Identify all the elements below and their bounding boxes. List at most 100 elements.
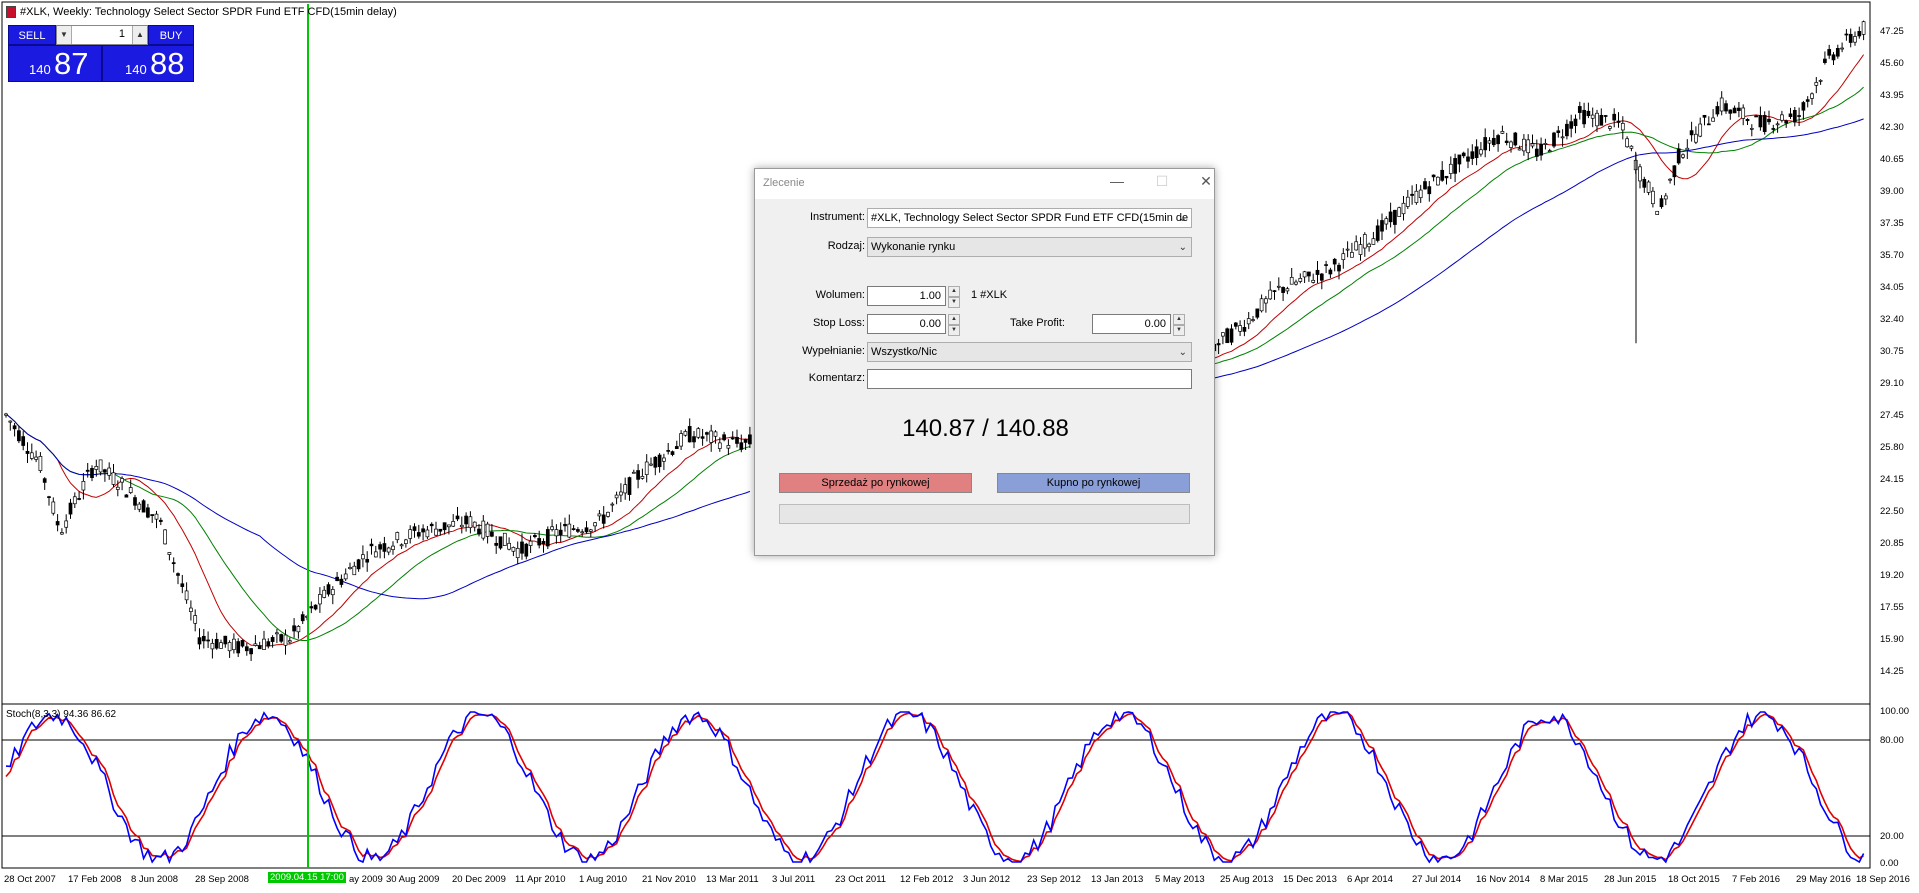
candle-body (47, 496, 51, 498)
order-type-select[interactable]: Wykonanie rynku ⌄ (867, 237, 1192, 257)
fill-policy-select[interactable]: Wszystko/Nic ⌄ (867, 342, 1192, 362)
stepper-up-icon[interactable]: ▲ (1173, 314, 1185, 325)
take-profit-stepper[interactable]: ▲ ▼ (1173, 314, 1185, 336)
stepper-up-icon[interactable]: ▲ (948, 314, 960, 325)
type-label: Rodzaj: (827, 240, 865, 252)
stepper-down-icon[interactable]: ▼ (948, 297, 960, 308)
candle-body (1474, 146, 1479, 159)
candle-body (1466, 156, 1470, 162)
candle-body (1831, 54, 1836, 61)
candle-body (1225, 328, 1230, 344)
candle-body (1668, 178, 1672, 181)
lot-increase-arrow-icon[interactable]: ▲ (132, 26, 147, 44)
candle-body (425, 529, 430, 538)
candle-body (451, 521, 456, 527)
lot-size-input[interactable]: ▼ 1 ▲ (56, 25, 148, 45)
dialog-titlebar[interactable]: Zlecenie — ☐ ✕ (755, 169, 1214, 199)
price-axis-label: 37.35 (1880, 218, 1904, 229)
dialog-title: Zlecenie (763, 177, 805, 189)
chart-window[interactable]: #XLK, Weekly: Technology Select Sector S… (0, 0, 1919, 893)
close-icon[interactable]: ✕ (1191, 173, 1221, 190)
candle-body (1595, 112, 1599, 127)
candle-body (563, 523, 567, 527)
stepper-up-icon[interactable]: ▲ (948, 286, 960, 297)
stochastic-axis-label: 0.00 (1880, 858, 1899, 869)
candle-body (1754, 115, 1758, 118)
candle-body (1685, 147, 1690, 151)
cursor-time-label: 2009.04.15 17:00 (268, 872, 346, 883)
volume-label: Wolumen: (815, 289, 865, 301)
candle-body (219, 642, 223, 649)
price-axis-label: 42.30 (1880, 122, 1904, 133)
candle-body (455, 515, 460, 520)
sell-price[interactable]: 140 87 (8, 45, 102, 82)
candle-body (1719, 97, 1724, 112)
maximize-icon: ☐ (1155, 173, 1169, 189)
comment-label: Komentarz: (808, 372, 865, 384)
candle-body (408, 529, 413, 539)
candle-body (1638, 166, 1642, 182)
take-profit-label: Take Profit: (1009, 317, 1065, 329)
candle-body (1599, 114, 1604, 126)
candle-body (270, 637, 275, 642)
stepper-down-icon[interactable]: ▼ (1173, 325, 1185, 336)
time-axis-label: 1 Aug 2010 (579, 874, 628, 885)
candle-body (1418, 189, 1423, 199)
time-axis-label: ay 2009 (349, 874, 383, 885)
volume-input[interactable]: 1.00 (867, 286, 946, 306)
price-axis-label: 19.20 (1880, 570, 1904, 581)
candle-body (51, 501, 56, 514)
candle-body (404, 539, 408, 544)
comment-input[interactable] (867, 369, 1192, 389)
candle-body (1706, 123, 1711, 126)
instrument-value: #XLK, Technology Select Sector SPDR Fund… (871, 212, 1189, 224)
sell-market-button[interactable]: Sprzedaż po rynkowej (779, 473, 972, 493)
time-axis-label: 13 Jan 2013 (1091, 874, 1144, 885)
fill-policy-value: Wszystko/Nic (871, 346, 937, 358)
candle-body (232, 638, 236, 651)
candle-body (1655, 210, 1660, 215)
candle-body (644, 461, 649, 476)
stop-loss-stepper[interactable]: ▲ ▼ (948, 314, 960, 336)
lot-decrease-arrow-icon[interactable]: ▼ (57, 26, 72, 44)
candle-body (1577, 106, 1582, 113)
candle-body (1530, 143, 1535, 147)
stop-loss-input[interactable]: 0.00 (867, 314, 946, 334)
candle-body (1289, 277, 1294, 285)
candle-body (1749, 128, 1754, 130)
candle-body (72, 496, 77, 505)
take-profit-input[interactable]: 0.00 (1092, 314, 1171, 334)
candle-body (1350, 252, 1354, 258)
stop-loss-label: Stop Loss: (813, 317, 865, 329)
minimize-icon[interactable]: — (1102, 173, 1132, 189)
price-axis-label: 35.70 (1880, 250, 1904, 261)
candle-body (1603, 115, 1608, 117)
instrument-select[interactable]: #XLK, Technology Select Sector SPDR Fund… (867, 208, 1192, 228)
candle-body (348, 567, 352, 570)
candle-body (197, 637, 202, 645)
volume-stepper[interactable]: ▲ ▼ (948, 286, 960, 308)
buy-button[interactable]: BUY (148, 25, 194, 45)
take-profit-value: 0.00 (1144, 318, 1166, 330)
time-axis-label: 6 Apr 2014 (1347, 874, 1393, 885)
candle-body (369, 543, 374, 547)
candle-body (1427, 186, 1432, 195)
candle-body (416, 532, 421, 537)
time-axis-label: 27 Jul 2014 (1412, 874, 1462, 885)
time-axis-label: 20 Dec 2009 (452, 874, 506, 885)
candle-body (1732, 107, 1737, 114)
candle-body (588, 529, 593, 532)
candle-body (726, 445, 731, 449)
buy-price[interactable]: 140 88 (102, 45, 194, 82)
candle-body (1332, 258, 1337, 265)
chart-title-text: #XLK, Weekly: Technology Select Sector S… (20, 6, 397, 18)
stepper-down-icon[interactable]: ▼ (948, 325, 960, 336)
candle-body (533, 535, 537, 538)
candle-body (1526, 139, 1531, 154)
sell-button[interactable]: SELL (8, 25, 56, 45)
candle-body (1311, 279, 1316, 283)
candle-body (1689, 130, 1694, 136)
candle-body (468, 516, 473, 529)
buy-market-button[interactable]: Kupno po rynkowej (997, 473, 1190, 493)
candle-body (279, 634, 284, 642)
